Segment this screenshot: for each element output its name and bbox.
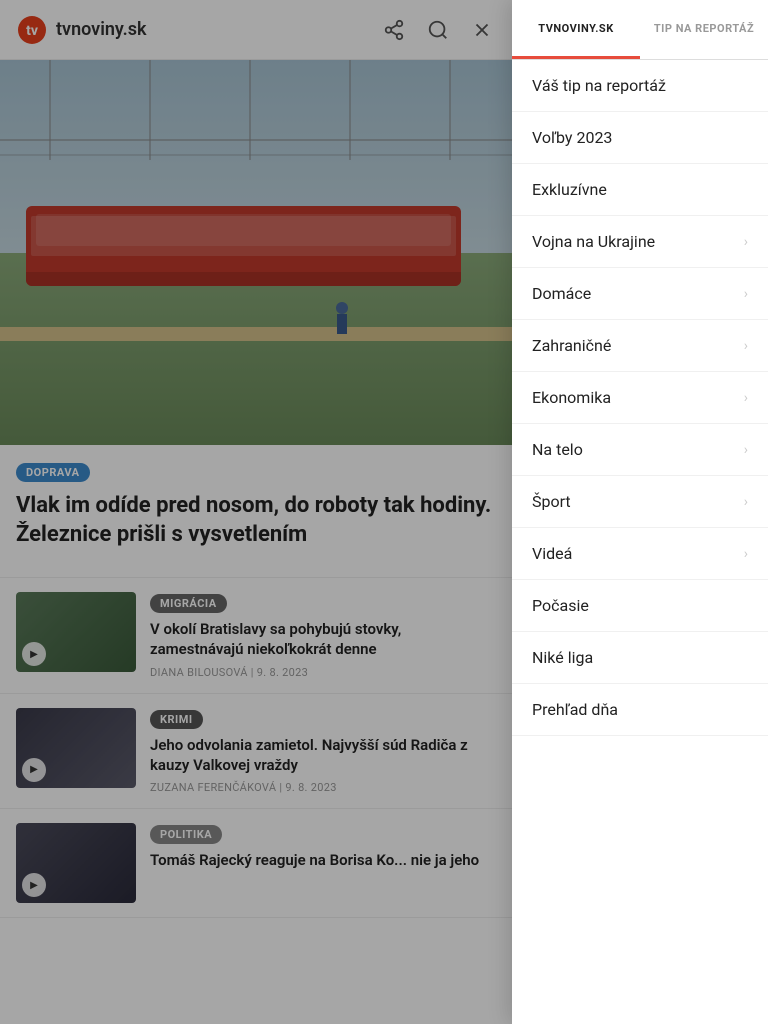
nav-item-niké-liga[interactable]: Niké liga xyxy=(512,632,768,684)
nav-item-na-telo[interactable]: Na telo › xyxy=(512,424,768,476)
nav-item-videá[interactable]: Videá › xyxy=(512,528,768,580)
nav-item-vojna-na-ukrajine[interactable]: Vojna na Ukrajine › xyxy=(512,216,768,268)
nav-item-počasie[interactable]: Počasie xyxy=(512,580,768,632)
nav-item-prehľad-dňa[interactable]: Prehľad dňa xyxy=(512,684,768,736)
nav-item-ekonomika[interactable]: Ekonomika › xyxy=(512,372,768,424)
nav-arrow-icon: › xyxy=(744,286,748,302)
nav-item-label: Prehľad dňa xyxy=(532,700,618,719)
tab-tvnoviny[interactable]: TVNOVINY.SK xyxy=(512,0,640,59)
nav-item-váš-tip-na-reportáž[interactable]: Váš tip na reportáž xyxy=(512,60,768,112)
nav-arrow-icon: › xyxy=(744,546,748,562)
panel-tabs: TVNOVINY.SK TIP NA REPORTÁŽ xyxy=(512,0,768,60)
nav-arrow-icon: › xyxy=(744,234,748,250)
nav-item-label: Vojna na Ukrajine xyxy=(532,232,655,251)
drawer-overlay[interactable] xyxy=(0,0,512,1024)
nav-item-domáce[interactable]: Domáce › xyxy=(512,268,768,320)
nav-arrow-icon: › xyxy=(744,442,748,458)
nav-item-label: Ekonomika xyxy=(532,388,611,407)
nav-arrow-icon: › xyxy=(744,390,748,406)
app-layout: tv tvnoviny.sk xyxy=(0,0,768,1024)
nav-arrow-icon: › xyxy=(744,338,748,354)
nav-item-zahraničné[interactable]: Zahraničné › xyxy=(512,320,768,372)
nav-item-label: Niké liga xyxy=(532,648,593,667)
nav-item-label: Šport xyxy=(532,492,571,511)
right-panel: TVNOVINY.SK TIP NA REPORTÁŽ Váš tip na r… xyxy=(512,0,768,1024)
nav-item-label: Videá xyxy=(532,544,572,563)
nav-item-exkluzívne[interactable]: Exkluzívne xyxy=(512,164,768,216)
nav-list: Váš tip na reportáž Voľby 2023 Exkluzívn… xyxy=(512,60,768,1024)
nav-item-label: Exkluzívne xyxy=(532,180,607,199)
tab-tip-na-reportaz[interactable]: TIP NA REPORTÁŽ xyxy=(640,0,768,59)
nav-item-label: Váš tip na reportáž xyxy=(532,76,666,95)
nav-item-label: Domáce xyxy=(532,284,591,303)
nav-item-voľby-2023[interactable]: Voľby 2023 xyxy=(512,112,768,164)
nav-item-label: Na telo xyxy=(532,440,583,459)
nav-item-label: Počasie xyxy=(532,596,589,615)
nav-item-label: Zahraničné xyxy=(532,336,611,355)
nav-item-label: Voľby 2023 xyxy=(532,128,612,147)
nav-item-šport[interactable]: Šport › xyxy=(512,476,768,528)
nav-arrow-icon: › xyxy=(744,494,748,510)
